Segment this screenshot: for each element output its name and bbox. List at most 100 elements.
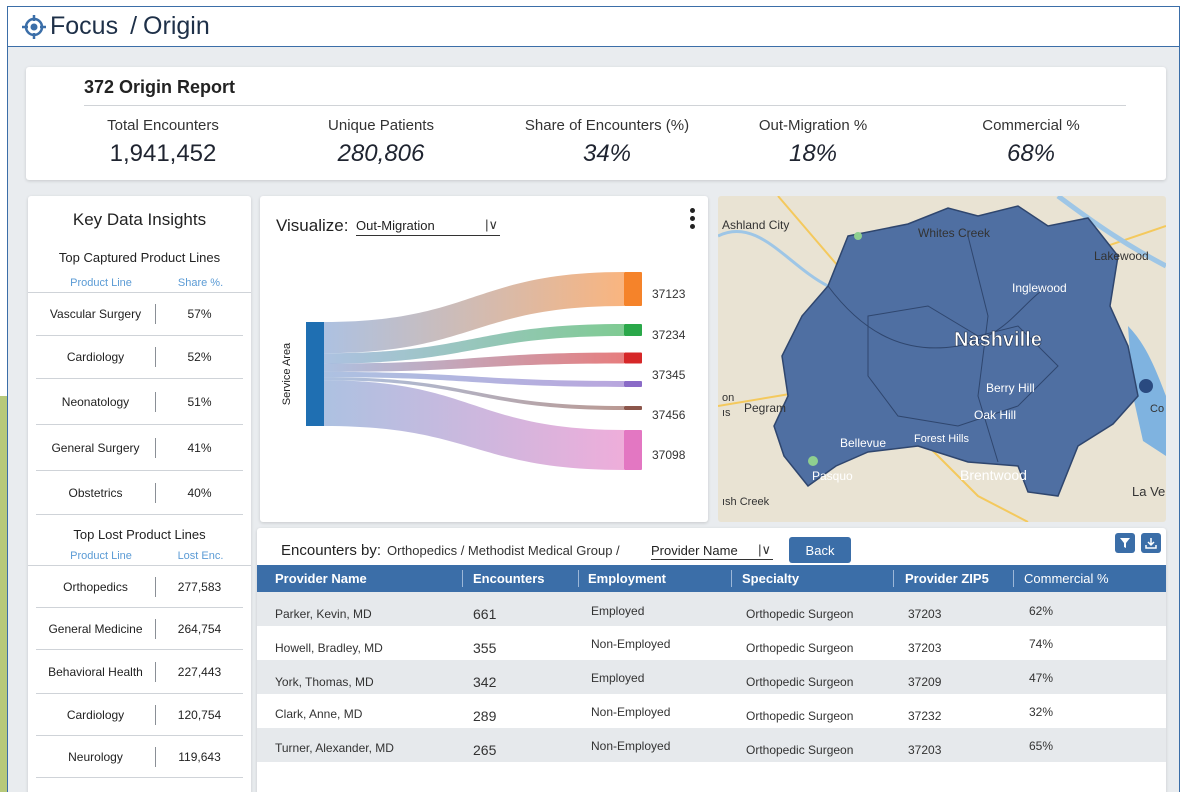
column-header-encounters[interactable]: Encounters [473, 571, 545, 586]
sankey-target-label: 37098 [652, 448, 686, 462]
back-button[interactable]: Back [789, 537, 851, 563]
list-item[interactable]: Vascular Surgery 57% [36, 293, 243, 336]
kpi-unique-patients: Unique Patients 280,806 [316, 117, 446, 168]
map-label: on [722, 392, 734, 404]
cell-employment: Employed [591, 604, 645, 618]
sankey-source-label: Service Area [281, 342, 293, 405]
kpi-commercial: Commercial % 68% [976, 117, 1086, 168]
sankey-target-node[interactable] [624, 324, 642, 336]
cell-provider-name: Turner, Alexander, MD [275, 741, 394, 755]
focus-logo-icon [22, 14, 46, 39]
visualize-dropdown[interactable]: Out-Migration |∨ [356, 217, 500, 236]
map-label: Bellevue [840, 436, 886, 450]
breadcrumb-current: Origin [143, 12, 210, 40]
product-line-name: General Medicine [36, 618, 156, 639]
cell-provider-name: Clark, Anne, MD [275, 707, 363, 721]
column-header-specialty[interactable]: Specialty [742, 571, 799, 586]
list-item[interactable]: Neurology 119,643 [36, 736, 243, 778]
list-item[interactable]: Obstetrics 40% [36, 471, 243, 515]
encounters-label: Encounters by: [281, 542, 382, 559]
cell-commercial: 32% [1029, 705, 1054, 719]
map-label: Forest Hills [914, 433, 970, 445]
sankey-target-node[interactable] [624, 406, 642, 410]
kpi-value: 280,806 [337, 140, 425, 167]
cell-encounters: 265 [473, 742, 497, 758]
kpi-share-of-encounters: Share of Encounters (%) 34% [522, 117, 692, 168]
product-line-value: 120,754 [177, 707, 222, 722]
cell-encounters: 342 [473, 674, 497, 690]
cell-employment: Employed [591, 671, 645, 685]
map-label: ıs [722, 407, 731, 419]
product-line-name: Obstetrics [36, 482, 156, 503]
column-header-provider-zip5[interactable]: Provider ZIP5 [905, 571, 989, 586]
chevron-down-icon: |∨ [485, 217, 498, 232]
table-row[interactable]: Howell, Bradley, MD 355 Non-Employed Ort… [257, 626, 1166, 660]
column-header: Lost Enc. [177, 550, 224, 562]
map-label: Pasquo [812, 469, 853, 483]
cell-zip: 37209 [908, 675, 942, 689]
list-item[interactable]: Cardiology 120,754 [36, 694, 243, 736]
product-line-name: Cardiology [36, 347, 156, 367]
captured-column-headers: Product Line Share %. [28, 277, 251, 293]
cell-provider-name: Howell, Bradley, MD [275, 641, 383, 655]
more-options-icon[interactable] [688, 208, 696, 236]
column-header-provider-name[interactable]: Provider Name [275, 571, 367, 586]
list-item[interactable]: Cardiology 52% [36, 336, 243, 379]
kpi-value: 18% [788, 140, 838, 167]
app-name[interactable]: Focus [50, 12, 118, 41]
list-item[interactable]: General Surgery 41% [36, 425, 243, 471]
visualize-label: Visualize: [276, 216, 349, 235]
sankey-target-label: 37345 [652, 368, 686, 382]
map-label: La Ver [1132, 484, 1166, 499]
product-line-value: 51% [187, 394, 212, 409]
product-line-value: 277,583 [177, 579, 222, 594]
column-header-commercial[interactable]: Commercial % [1024, 571, 1109, 586]
cell-commercial: 74% [1029, 637, 1054, 651]
product-line-name: Cardiology [36, 704, 156, 725]
sankey-target-node[interactable] [624, 381, 642, 387]
report-summary-card: 372 Origin Report Total Encounters 1,941… [26, 67, 1166, 180]
map-panel[interactable]: Ashland City Whites Creek Lakewood Ingle… [718, 196, 1166, 522]
breadcrumb[interactable]: Orthopedics / Methodist Medical Group / [387, 543, 620, 558]
kpi-value: 1,941,452 [109, 140, 217, 167]
product-line-value: 40% [187, 485, 212, 500]
sankey-target-node[interactable] [624, 272, 642, 306]
kpi-out-migration: Out-Migration % 18% [748, 117, 878, 168]
table-row[interactable]: York, Thomas, MD 342 Employed Orthopedic… [257, 660, 1166, 694]
cell-commercial: 62% [1029, 604, 1054, 618]
table-row[interactable]: Clark, Anne, MD 289 Non-Employed Orthope… [257, 694, 1166, 728]
kpi-total-encounters: Total Encounters 1,941,452 [94, 117, 232, 168]
group-by-dropdown[interactable]: Provider Name |∨ [651, 542, 773, 560]
cell-provider-name: Parker, Kevin, MD [275, 607, 372, 621]
sankey-target-node[interactable] [624, 352, 642, 364]
map-label: Pegram [744, 401, 786, 415]
table-row[interactable]: Parker, Kevin, MD 661 Employed Orthopedi… [257, 592, 1166, 626]
sankey-target-label: 37234 [652, 328, 686, 342]
kpi-label: Out-Migration % [758, 117, 868, 134]
list-item[interactable]: Behavioral Health 227,443 [36, 650, 243, 694]
kpi-label: Total Encounters [107, 117, 219, 134]
insights-title: Key Data Insights [72, 210, 207, 229]
list-item[interactable]: Orthopedics 277,583 [36, 566, 243, 608]
filter-icon[interactable] [1115, 533, 1135, 553]
table-row[interactable]: Turner, Alexander, MD 265 Non-Employed O… [257, 728, 1166, 762]
product-line-value: 41% [187, 440, 212, 455]
kpi-label: Unique Patients [328, 117, 434, 134]
sankey-source-node[interactable] [306, 322, 324, 426]
column-header: Share %. [177, 277, 224, 289]
cell-commercial: 47% [1029, 671, 1054, 685]
map-label: ısh Creek [722, 496, 770, 508]
download-icon[interactable] [1141, 533, 1161, 553]
list-item[interactable]: Neonatology 51% [36, 379, 243, 425]
map-label: Brentwood [960, 467, 1027, 483]
sankey-target-node[interactable] [624, 430, 642, 470]
column-header-employment[interactable]: Employment [588, 571, 666, 586]
map-canvas[interactable]: Ashland City Whites Creek Lakewood Ingle… [718, 196, 1166, 522]
report-title: 372 Origin Report [84, 77, 236, 97]
map-label: Lakewood [1094, 249, 1149, 263]
list-item[interactable]: General Medicine 264,754 [36, 608, 243, 650]
product-line-name: Behavioral Health [36, 661, 156, 682]
kpi-value: 68% [1006, 140, 1056, 167]
product-line-value: 119,643 [178, 749, 221, 764]
column-header: Product Line [70, 550, 132, 562]
